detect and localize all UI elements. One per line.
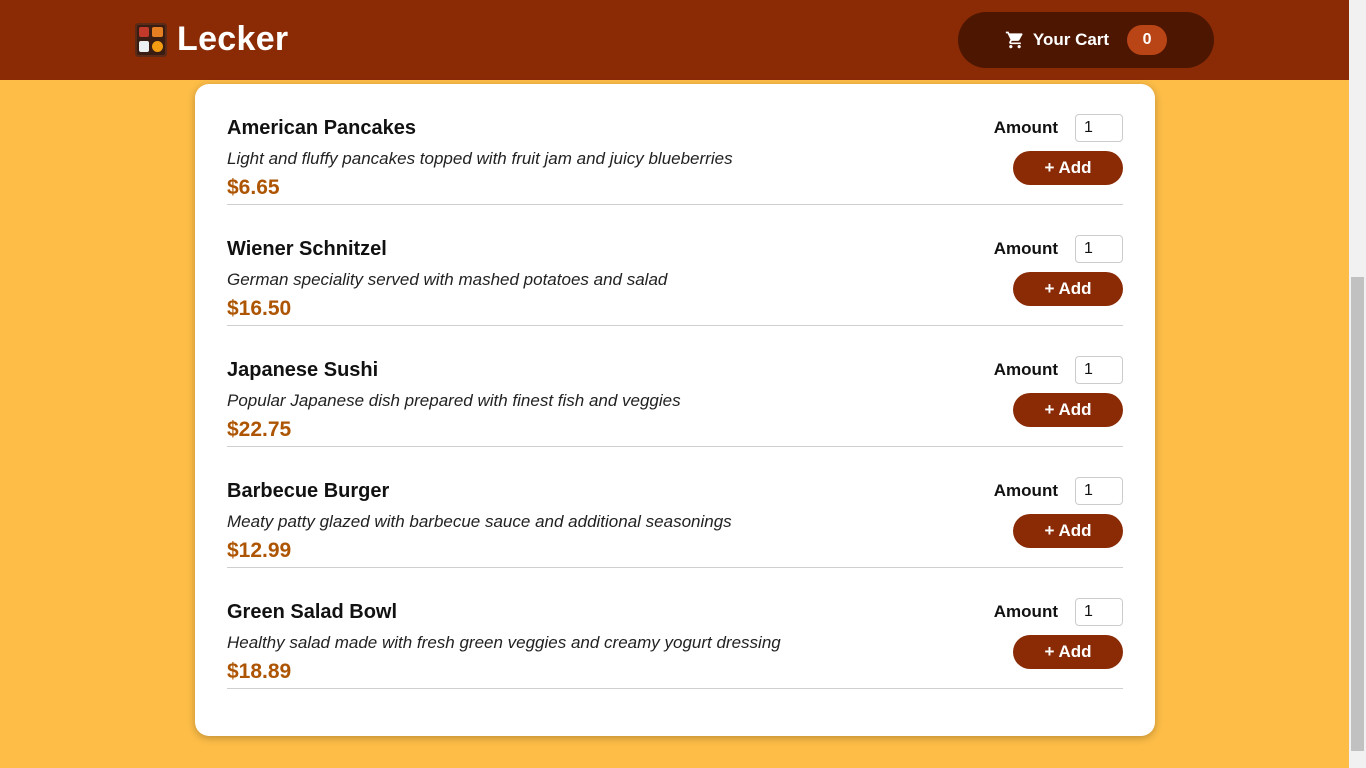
- amount-label: Amount: [993, 602, 1058, 621]
- add-button[interactable]: + Add: [1013, 635, 1123, 669]
- add-button[interactable]: + Add: [1013, 393, 1123, 427]
- amount-input[interactable]: [1075, 235, 1123, 263]
- cart-button[interactable]: Your Cart 0: [958, 12, 1214, 68]
- add-button[interactable]: + Add: [1013, 272, 1123, 306]
- amount-input[interactable]: [1075, 477, 1123, 505]
- meal-price: $12.99: [227, 539, 292, 562]
- meal-description: German speciality served with mashed pot…: [227, 270, 668, 289]
- amount-row: Amount: [994, 235, 1123, 263]
- meal-name: Barbecue Burger: [227, 480, 390, 502]
- app-header: Lecker Your Cart 0: [0, 0, 1349, 80]
- amount-row: Amount: [994, 598, 1123, 626]
- amount-row: Amount: [994, 477, 1123, 505]
- amount-input[interactable]: [1075, 356, 1123, 384]
- amount-row: Amount: [994, 356, 1123, 384]
- meal-name: Japanese Sushi: [227, 359, 379, 381]
- amount-label: Amount: [993, 118, 1058, 137]
- meal-item: Wiener Schnitzel German speciality serve…: [227, 205, 1123, 326]
- meal-description: Meaty patty glazed with barbecue sauce a…: [227, 512, 732, 531]
- amount-label: Amount: [993, 360, 1058, 379]
- add-button[interactable]: + Add: [1013, 151, 1123, 185]
- meal-price: $18.89: [227, 660, 292, 683]
- meal-name: Green Salad Bowl: [227, 601, 398, 623]
- add-button[interactable]: + Add: [1013, 514, 1123, 548]
- meal-description: Popular Japanese dish prepared with fine…: [227, 391, 681, 410]
- meal-item: Barbecue Burger Meaty patty glazed with …: [227, 447, 1123, 568]
- brand: Lecker: [135, 20, 288, 59]
- scrollbar-thumb[interactable]: [1351, 277, 1364, 751]
- meal-item: Green Salad Bowl Healthy salad made with…: [227, 568, 1123, 689]
- meal-description: Light and fluffy pancakes topped with fr…: [227, 149, 733, 168]
- meals-card: American Pancakes Light and fluffy panca…: [195, 84, 1155, 736]
- meal-name: Wiener Schnitzel: [227, 238, 387, 260]
- page-scrollbar[interactable]: [1349, 0, 1366, 768]
- meal-description: Healthy salad made with fresh green vegg…: [227, 633, 781, 652]
- amount-label: Amount: [993, 481, 1058, 500]
- app-title: Lecker: [177, 20, 289, 58]
- cart-count-badge: 0: [1127, 25, 1168, 55]
- amount-row: Amount: [994, 114, 1123, 142]
- meal-item: American Pancakes Light and fluffy panca…: [227, 84, 1123, 205]
- meal-list: American Pancakes Light and fluffy panca…: [195, 84, 1155, 689]
- meal-item: Japanese Sushi Popular Japanese dish pre…: [227, 326, 1123, 447]
- meal-price: $22.75: [227, 418, 292, 441]
- amount-input[interactable]: [1075, 598, 1123, 626]
- bento-box-icon: [135, 22, 167, 57]
- meal-price: $6.65: [227, 176, 280, 199]
- amount-input[interactable]: [1075, 114, 1123, 142]
- cart-label: Your Cart: [1032, 30, 1110, 49]
- meal-price: $16.50: [227, 297, 292, 320]
- amount-label: Amount: [993, 239, 1058, 258]
- cart-icon: [1005, 31, 1023, 49]
- meal-name: American Pancakes: [227, 117, 417, 139]
